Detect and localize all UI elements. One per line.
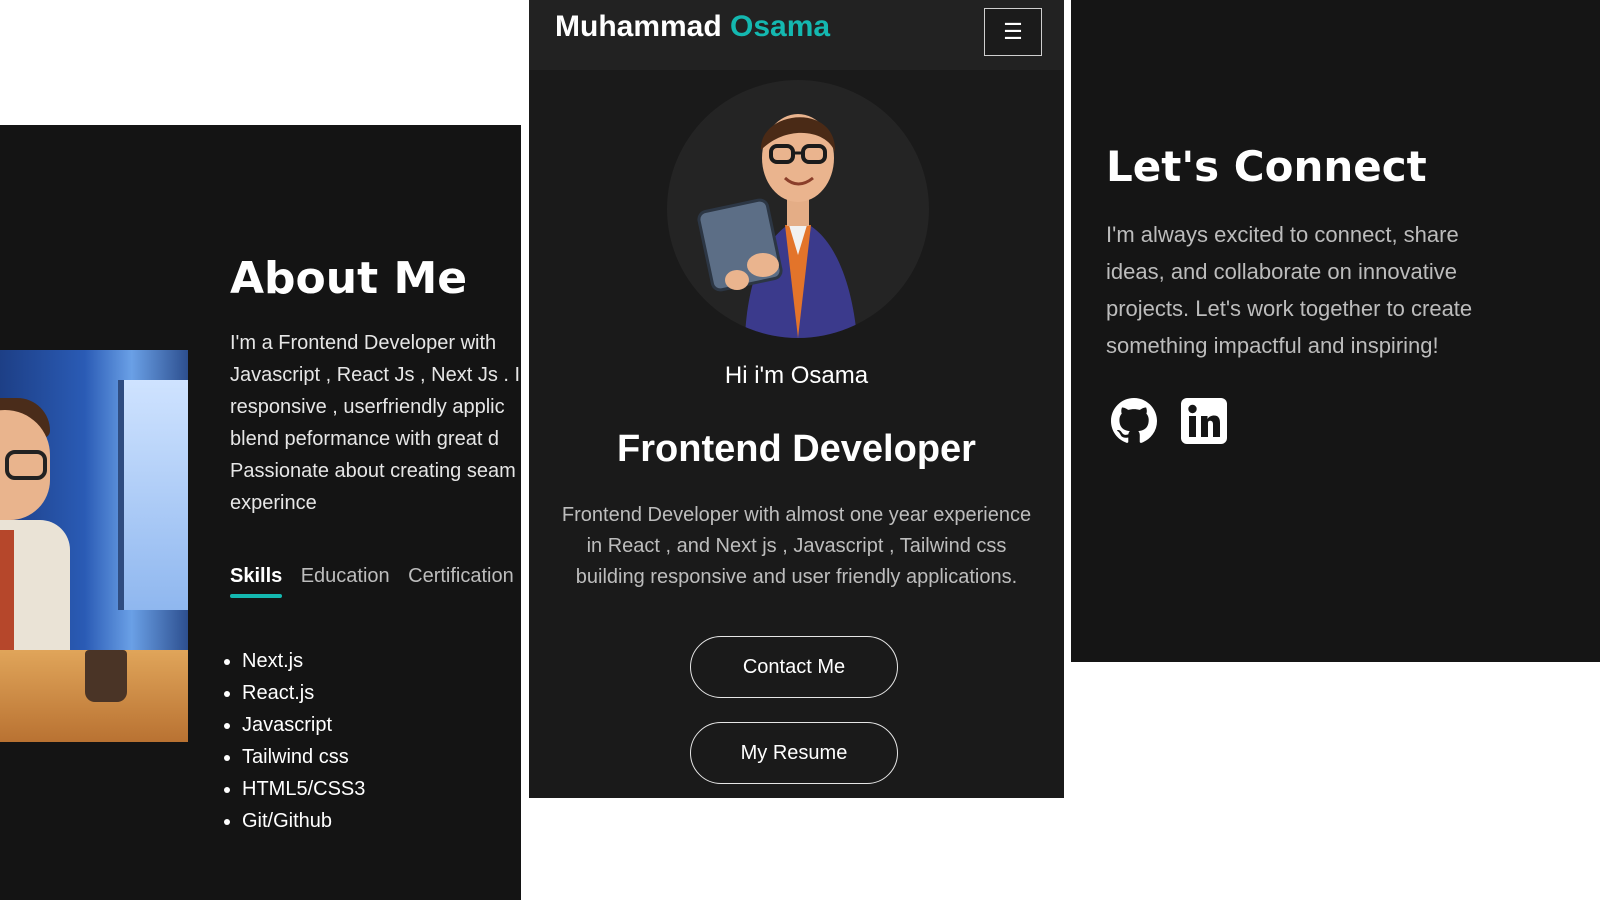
hamburger-icon: ☰ <box>1003 19 1023 44</box>
hero-section: Muhammad Osama ☰ Hi i'm Osama Frontend D… <box>529 0 1064 798</box>
list-item: Git/Github <box>242 805 365 837</box>
greeting: Hi i'm Osama <box>724 362 869 389</box>
hero-description-line: building responsive and user friendly ap… <box>575 566 1018 588</box>
connect-text-line: I'm always excited to connect, share <box>1106 222 1459 247</box>
brand-logo[interactable]: Muhammad Osama <box>555 10 830 44</box>
menu-button[interactable]: ☰ <box>984 8 1042 56</box>
skills-list: Next.js React.js Javascript Tailwind css… <box>220 645 365 837</box>
connect-text-line: ideas, and collaborate on innovative <box>1106 259 1458 284</box>
brand-last-name: Osama <box>730 10 831 43</box>
about-text-line: Javascript , React Js , Next Js . I <box>230 364 521 386</box>
contact-me-button[interactable]: Contact Me <box>690 636 898 698</box>
navbar: Muhammad Osama ☰ <box>529 0 1064 70</box>
my-resume-button[interactable]: My Resume <box>690 722 898 784</box>
developer-avatar-illustration <box>697 114 857 338</box>
linkedin-icon[interactable] <box>1181 398 1227 444</box>
avatar <box>667 80 929 338</box>
list-item: Javascript <box>242 709 365 741</box>
about-text-line: blend peformance with great d <box>230 428 500 450</box>
about-description: I'm a Frontend Developer with Javascript… <box>230 327 520 519</box>
connect-text-line: projects. Let's work together to create <box>1106 296 1473 321</box>
hero-description-line: Frontend Developer with almost one year … <box>561 504 1032 526</box>
list-item: React.js <box>242 677 365 709</box>
page-title: Frontend Developer <box>617 428 976 470</box>
tab-education[interactable]: Education <box>301 565 390 598</box>
tab-skills[interactable]: Skills <box>230 565 283 598</box>
github-icon[interactable] <box>1111 398 1157 444</box>
connect-section: Let's Connect I'm always excited to conn… <box>1071 0 1600 662</box>
about-text-line: experince <box>230 492 317 514</box>
about-text-line: Passionate about creating seam <box>230 460 516 482</box>
about-section: About Me I'm a Frontend Developer with J… <box>0 125 521 900</box>
connect-title: Let's Connect <box>1106 142 1427 191</box>
about-title: About Me <box>230 253 468 304</box>
list-item: Tailwind css <box>242 741 365 773</box>
connect-text-line: something impactful and inspiring! <box>1106 333 1439 358</box>
about-tabs: Skills Education Certification <box>230 565 521 598</box>
hero-description: Frontend Developer with almost one year … <box>549 500 1044 593</box>
tab-certification[interactable]: Certification <box>408 565 514 598</box>
hero-description-line: in React , and Next js , Javascript , Ta… <box>586 535 1007 557</box>
about-text-line: I'm a Frontend Developer with <box>230 332 497 354</box>
connect-description: I'm always excited to connect, share ide… <box>1106 216 1576 364</box>
list-item: Next.js <box>242 645 365 677</box>
list-item: HTML5/CSS3 <box>242 773 365 805</box>
about-text-line: responsive , userfriendly applic <box>230 396 505 418</box>
about-illustration <box>0 350 188 742</box>
brand-first-name: Muhammad <box>555 10 722 43</box>
